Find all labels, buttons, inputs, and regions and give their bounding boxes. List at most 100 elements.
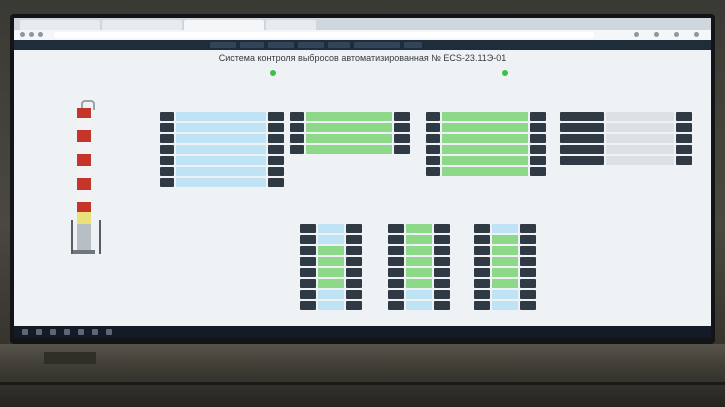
data-row (300, 224, 362, 233)
data-row (560, 112, 692, 121)
data-row (388, 268, 450, 277)
nav-item[interactable] (240, 42, 264, 48)
data-panel (300, 214, 362, 314)
parameter-unit (520, 224, 536, 233)
parameter-label (388, 268, 404, 277)
parameter-value (306, 134, 392, 143)
parameter-value (318, 279, 344, 288)
star-icon[interactable] (634, 32, 639, 37)
parameter-value (492, 257, 518, 266)
extensions-icon[interactable] (654, 32, 659, 37)
parameter-label (300, 235, 316, 244)
data-row (426, 123, 546, 132)
data-row (474, 279, 536, 288)
data-row (388, 290, 450, 299)
data-row (474, 224, 536, 233)
app-icon[interactable] (92, 329, 98, 335)
parameter-label (474, 246, 490, 255)
parameter-value (492, 224, 518, 233)
url-field[interactable] (54, 32, 594, 38)
parameter-value (406, 246, 432, 255)
parameter-value (606, 145, 674, 154)
desk (0, 344, 725, 407)
start-icon[interactable] (22, 329, 28, 335)
data-row (300, 257, 362, 266)
data-row (474, 257, 536, 266)
back-icon[interactable] (20, 32, 25, 37)
parameter-unit (530, 167, 546, 176)
parameter-value (306, 145, 392, 154)
stack-band (77, 142, 91, 154)
browser-tab[interactable] (20, 20, 100, 30)
status-ok-icon (502, 70, 508, 76)
data-row (160, 167, 284, 176)
data-row (426, 167, 546, 176)
data-row (300, 290, 362, 299)
parameter-unit (434, 257, 450, 266)
taskview-icon[interactable] (50, 329, 56, 335)
browser-tab[interactable] (266, 20, 316, 30)
parameter-label (160, 167, 174, 176)
nav-item[interactable] (210, 42, 236, 48)
parameter-unit (520, 257, 536, 266)
explorer-icon[interactable] (64, 329, 70, 335)
parameter-unit (346, 279, 362, 288)
parameter-label (560, 123, 604, 132)
parameter-value (176, 156, 266, 165)
parameter-unit (268, 167, 284, 176)
parameter-value (442, 112, 528, 121)
parameter-value (406, 290, 432, 299)
browser-tab-active[interactable] (184, 20, 264, 30)
forward-icon[interactable] (29, 32, 34, 37)
parameter-label (300, 301, 316, 310)
parameter-value (406, 224, 432, 233)
menu-icon[interactable] (694, 32, 699, 37)
parameter-unit (434, 279, 450, 288)
parameter-unit (268, 178, 284, 187)
nav-item[interactable] (404, 42, 422, 48)
parameter-value (306, 112, 392, 121)
parameter-label (388, 301, 404, 310)
data-row (474, 290, 536, 299)
parameter-unit (268, 145, 284, 154)
browser-icon[interactable] (78, 329, 84, 335)
data-row (560, 156, 692, 165)
reload-icon[interactable] (38, 32, 43, 37)
browser-tab[interactable] (102, 20, 182, 30)
parameter-value (176, 145, 266, 154)
nav-item[interactable] (354, 42, 400, 48)
stack-band (77, 202, 91, 212)
nav-item[interactable] (298, 42, 324, 48)
app-icon[interactable] (106, 329, 112, 335)
search-icon[interactable] (36, 329, 42, 335)
app-navbar (14, 40, 711, 50)
data-row (474, 235, 536, 244)
parameter-value (176, 178, 266, 187)
stack-illustration (71, 100, 101, 258)
data-row (474, 268, 536, 277)
parameter-unit (520, 279, 536, 288)
data-row (300, 301, 362, 310)
screen: Система контроля выбросов автоматизирова… (14, 18, 711, 338)
nav-item[interactable] (328, 42, 350, 48)
parameter-unit (530, 112, 546, 121)
profile-icon[interactable] (674, 32, 679, 37)
parameter-value (442, 167, 528, 176)
parameter-unit (394, 123, 410, 132)
parameter-label (300, 246, 316, 255)
data-row (426, 156, 546, 165)
parameter-label (300, 279, 316, 288)
data-row (388, 224, 450, 233)
parameter-label (388, 246, 404, 255)
parameter-label (560, 134, 604, 143)
browser-address-bar (14, 30, 711, 40)
parameter-unit (520, 235, 536, 244)
data-row (290, 112, 410, 121)
app-logo[interactable] (132, 41, 202, 49)
nav-item[interactable] (268, 42, 294, 48)
data-row (560, 134, 692, 143)
page-title: Система контроля выбросов автоматизирова… (218, 53, 507, 63)
parameter-label (300, 290, 316, 299)
browser-tab-bar (14, 18, 711, 30)
stack-band (77, 108, 91, 118)
